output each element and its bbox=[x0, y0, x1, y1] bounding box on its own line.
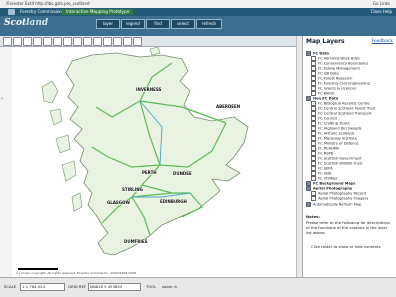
full-extent-icon[interactable] bbox=[3, 37, 12, 46]
island-shape bbox=[61, 160, 77, 182]
layers-panel: Map Layers Feedback FC Data FC Administra… bbox=[302, 36, 396, 277]
layer-label: FC RCAHMS bbox=[318, 146, 340, 151]
scale-label: SCALE bbox=[4, 284, 17, 289]
layer-label: FC Grants & Licences bbox=[318, 86, 357, 91]
layer-row[interactable]: Aerial Photography Imagery bbox=[311, 196, 368, 201]
system-title: Interactive Mapping Prototype bbox=[62, 9, 134, 15]
info-icon[interactable] bbox=[133, 37, 142, 46]
url-text[interactable]: /Forester Ext4 http://lbs.gsts.pro_scotl… bbox=[6, 1, 90, 6]
island-shape bbox=[55, 134, 71, 154]
island-shape bbox=[71, 192, 83, 212]
grid-ref-label: GRID REF bbox=[68, 284, 87, 289]
copyright-text: (c) Crown copyright. All rights reserved… bbox=[16, 271, 136, 275]
header-links[interactable]: Close Help bbox=[371, 9, 392, 14]
previous-extent-icon[interactable] bbox=[63, 37, 72, 46]
zoom-in-icon[interactable] bbox=[33, 37, 42, 46]
identify-icon[interactable] bbox=[93, 37, 102, 46]
scotland-map bbox=[41, 47, 249, 256]
grid-ref-field[interactable]: NN818 9 453855 bbox=[88, 283, 141, 291]
layer-label: FC Utilities bbox=[318, 176, 338, 181]
layer-label: FC Central Scotland Transport bbox=[318, 111, 372, 116]
layer-label: Aerial Photography bbox=[313, 186, 353, 191]
nav-legend-button[interactable]: legend bbox=[121, 19, 145, 29]
layer-label: FC Background Maps bbox=[313, 181, 356, 186]
notes-click-folder: Click folder to show or hide contents bbox=[311, 244, 381, 249]
mainland-shape bbox=[65, 52, 249, 256]
select-icon[interactable] bbox=[113, 37, 122, 46]
layer-label: FC Historic Scotland bbox=[318, 131, 355, 136]
layer-label: FC SEPA bbox=[318, 166, 333, 171]
logo-sub: land bbox=[26, 18, 49, 28]
auto-refresh-checkbox[interactable] bbox=[306, 202, 311, 207]
city-label-edinburgh: EDINBURGH bbox=[160, 199, 187, 204]
tool-value: zoom in bbox=[162, 284, 178, 289]
zoom-out-icon[interactable] bbox=[43, 37, 52, 46]
layer-label: FC Forestry Civil Engineering bbox=[318, 81, 370, 86]
layer-label: FC Macaulay Institute bbox=[318, 136, 357, 141]
layer-label: FC NWSS bbox=[318, 91, 335, 96]
layer-label: FC Biological Records Centre bbox=[318, 101, 370, 106]
nav-find-button[interactable]: find bbox=[146, 19, 170, 29]
layer-label: FC Scottish Government bbox=[318, 156, 362, 161]
scotland-logo: Scotland bbox=[4, 18, 48, 28]
layer-label: Aerial Photography Record bbox=[318, 191, 366, 196]
city-label-aberdeen: ABERDEEN bbox=[216, 104, 241, 109]
auto-refresh-row[interactable]: Automatically Refresh Map bbox=[306, 202, 361, 207]
layer-checkbox[interactable] bbox=[311, 196, 316, 201]
map-toolbar bbox=[0, 36, 300, 47]
tool-label: TOOL bbox=[146, 284, 157, 289]
layer-label: FC RSPB bbox=[318, 151, 334, 156]
nav-refresh-button[interactable]: refresh bbox=[196, 19, 222, 29]
city-label-dumfries: DUMFRIES bbox=[124, 239, 148, 244]
layer-label: FC Council bbox=[318, 116, 337, 121]
layer-label: FC Data bbox=[313, 51, 329, 56]
layer-label: FC Highland Birchwoods bbox=[318, 126, 362, 131]
city-label-inverness: INVERNESS bbox=[136, 87, 162, 92]
scale-field[interactable]: 1:1,764,524 bbox=[20, 283, 65, 291]
layer-label: Aerial Photography Imagery bbox=[318, 196, 369, 201]
layer-label: FC Ministry of Defence bbox=[318, 141, 359, 146]
city-label-dundee: DUNDEE bbox=[173, 171, 192, 176]
org-label: Forestry Commission bbox=[20, 9, 62, 14]
header-top-strip: Forestry Commission Interactive Mapping … bbox=[0, 8, 396, 16]
zoom-box-icon[interactable] bbox=[53, 37, 62, 46]
logo-main: Scot bbox=[4, 18, 27, 28]
scale-bar bbox=[18, 268, 58, 270]
layer-label: FC Scottish Wildlife Trust bbox=[318, 161, 363, 166]
island-shape bbox=[149, 47, 161, 56]
clear-icon[interactable] bbox=[103, 37, 112, 46]
layer-label: FC Crofting Trusts bbox=[318, 121, 350, 126]
layer-label: FC Estate Management bbox=[318, 66, 360, 71]
layer-label: FC SNH bbox=[318, 171, 332, 176]
nav-select-button[interactable]: select bbox=[171, 19, 195, 29]
measure-icon[interactable] bbox=[83, 37, 92, 46]
side-marker: ‹ bbox=[1, 96, 3, 102]
status-bar: SCALE 1:1,764,524 GRID REF NN818 9 45385… bbox=[0, 277, 396, 297]
nav-layer-button[interactable]: layer bbox=[96, 19, 120, 29]
notes-title: Notes: bbox=[306, 214, 320, 219]
layer-label: FC Forest Research bbox=[318, 76, 353, 81]
app-header: Forestry Commission Interactive Mapping … bbox=[0, 8, 396, 36]
city-label-stirling: STIRLING bbox=[122, 187, 143, 192]
browser-go-links[interactable]: Go Links bbox=[373, 1, 390, 6]
panel-title: Map Layers bbox=[306, 38, 345, 45]
island-shape bbox=[49, 108, 63, 126]
fc-crest-icon bbox=[8, 9, 15, 15]
print-icon[interactable] bbox=[13, 37, 22, 46]
layer-label: FC Administrative Bdys bbox=[318, 56, 360, 61]
layer-label: FC Conservancy Boundaries bbox=[318, 61, 369, 66]
layer-label: Non FC Data bbox=[313, 96, 339, 101]
notes-body: Please refer to the following for descri… bbox=[306, 220, 391, 235]
auto-refresh-label: Automatically Refresh Map bbox=[313, 202, 362, 207]
city-label-glasgow: GLASGOW bbox=[107, 200, 130, 205]
next-extent-icon[interactable] bbox=[73, 37, 82, 46]
pan-icon[interactable] bbox=[23, 37, 32, 46]
feedback-link[interactable]: Feedback bbox=[372, 39, 393, 44]
layer-label: FC GB Data bbox=[318, 71, 339, 76]
map-view[interactable]: INVERNESS ABERDEEN PERTH DUNDEE STIRLING… bbox=[12, 47, 296, 277]
buffer-icon[interactable] bbox=[123, 37, 132, 46]
island-shape bbox=[41, 80, 59, 104]
city-label-perth: PERTH bbox=[142, 170, 157, 175]
layer-label: FC Central Scotland Forest Trust bbox=[318, 106, 376, 111]
